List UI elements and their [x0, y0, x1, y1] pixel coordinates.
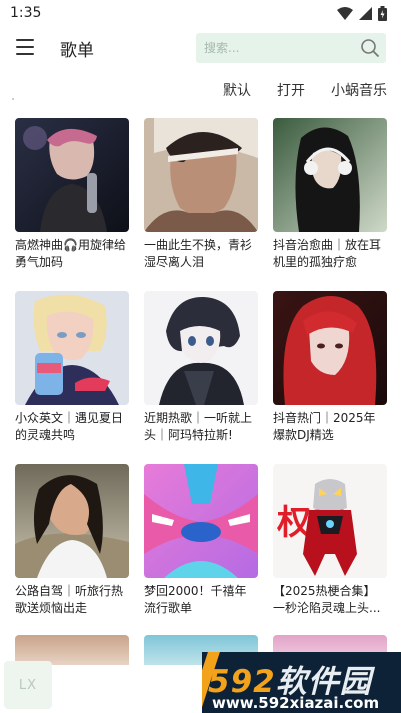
menu-button[interactable] — [16, 39, 34, 55]
playlist-title: 近期热歌｜一听就上头｜阿玛特拉斯! — [144, 411, 253, 442]
playlist-cover — [273, 291, 387, 405]
watermark-url: www.592xiazai.com — [212, 694, 380, 712]
search-input[interactable] — [202, 40, 360, 56]
playlist-title: 公路自驾｜听旅行热歌送烦恼出走 — [15, 584, 124, 615]
playlist-cover — [144, 291, 258, 405]
battery-icon — [378, 5, 387, 21]
playlist-title: 【2025热梗合集】一秒沦陷灵魂上头... — [273, 584, 381, 615]
playlist-title: 抖音热门｜2025年爆款DJ精选 — [273, 411, 376, 442]
search-box[interactable] — [196, 33, 386, 63]
sort-options: 默认 打开 小蜗音乐 — [210, 80, 401, 100]
lx-floating-button[interactable]: LX — [4, 661, 52, 709]
playlist-cover — [15, 118, 129, 232]
playlist-card[interactable]: 抖音治愈曲｜放在耳机里的孤独疗愈 — [273, 118, 387, 291]
status-time: 1:35 — [10, 5, 42, 21]
playlist-grid: 高燃神曲🎧用旋律给勇气加码 一曲此生不换，青衫湿尽离人泪 抖音治愈曲｜放在耳机里… — [15, 118, 387, 637]
divider-dot — [12, 98, 14, 100]
playlist-card[interactable]: 梦回2000！千禧年流行歌单 — [144, 464, 258, 637]
playlist-cover — [144, 464, 258, 578]
playlist-card[interactable]: 小众英文｜遇见夏日的灵魂共鸣 — [15, 291, 129, 464]
signal-icon — [359, 6, 372, 20]
status-bar: 1:35 — [0, 0, 401, 26]
playlist-cover — [15, 464, 129, 578]
playlist-card[interactable]: 近期热歌｜一听就上头｜阿玛特拉斯! — [144, 291, 258, 464]
playlist-title: 高燃神曲🎧用旋律给勇气加码 — [15, 238, 126, 269]
search-icon[interactable] — [360, 38, 380, 58]
playlist-card[interactable]: 抖音热门｜2025年爆款DJ精选 — [273, 291, 387, 464]
playlist-title: 小众英文｜遇见夏日的灵魂共鸣 — [15, 411, 124, 442]
app-bar: 歌单 — [0, 28, 401, 68]
page-title: 歌单 — [60, 41, 94, 61]
status-icons — [337, 5, 387, 21]
playlist-cover — [15, 291, 129, 405]
wifi-icon — [337, 6, 353, 20]
playlist-card[interactable]: 高燃神曲🎧用旋律给勇气加码 — [15, 118, 129, 291]
playlist-card[interactable]: 权威 【2025热梗合集】一秒沦陷灵魂上头... — [273, 464, 387, 637]
sort-open[interactable]: 打开 — [264, 80, 318, 100]
menu-icon — [16, 39, 34, 41]
playlist-title: 梦回2000！千禧年流行歌单 — [144, 584, 247, 615]
playlist-cover — [144, 118, 258, 232]
sort-default[interactable]: 默认 — [210, 80, 264, 100]
playlist-title: 抖音治愈曲｜放在耳机里的孤独疗愈 — [273, 238, 382, 269]
playlist-cover: 权威 — [273, 464, 387, 578]
watermark-logo: 592软件园 www.592xiazai.com — [202, 652, 401, 713]
playlist-card[interactable]: 公路自驾｜听旅行热歌送烦恼出走 — [15, 464, 129, 637]
sort-source[interactable]: 小蜗音乐 — [318, 80, 401, 100]
playlist-card[interactable]: 一曲此生不换，青衫湿尽离人泪 — [144, 118, 258, 291]
playlist-title: 一曲此生不换，青衫湿尽离人泪 — [144, 238, 253, 269]
playlist-cover — [273, 118, 387, 232]
